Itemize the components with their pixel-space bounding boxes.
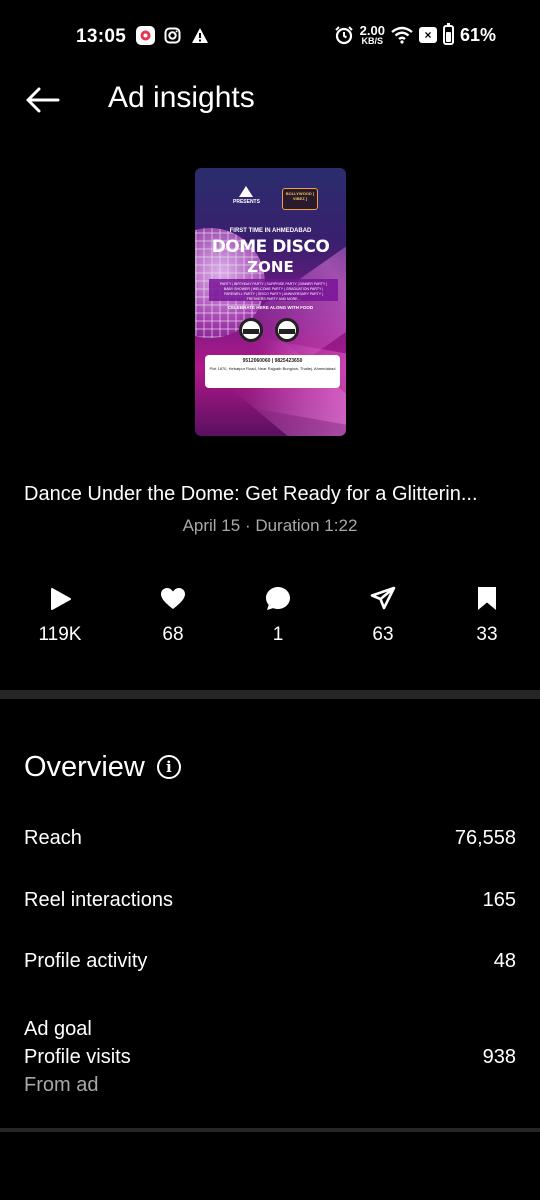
- heart-icon: [161, 588, 185, 609]
- status-bar: 13:05 2.00 KB/S × 61%: [0, 0, 540, 72]
- profile-activity-label: Profile activity: [24, 950, 148, 972]
- wifi-icon: [391, 26, 413, 44]
- reel-thumbnail[interactable]: PRESENTS BOLLYWOOD [ VIBEZ ] FIRST TIME …: [195, 168, 346, 436]
- alarm-icon: [334, 26, 353, 45]
- thumbnail-party-list: PARTY | BIRTHDAY PARTY | SURPRISE PARTY …: [209, 279, 338, 301]
- network-speed: 2.00 KB/S: [359, 23, 385, 46]
- comment-icon: [266, 587, 290, 610]
- bottom-divider: [0, 1128, 540, 1132]
- battery-icon: [442, 23, 454, 45]
- food-badge-right: [275, 318, 299, 342]
- post-title: Dance Under the Dome: Get Ready for a Gl…: [24, 483, 478, 505]
- comments-count: 1: [272, 624, 284, 645]
- reach-row[interactable]: Reach 76,558: [24, 824, 516, 852]
- saves-count: 33: [476, 624, 498, 645]
- profile-visits-label: Profile visits: [24, 1046, 131, 1068]
- from-ad-label: From ad: [24, 1074, 99, 1096]
- likes-stat[interactable]: 68: [128, 584, 218, 647]
- thumbnail-subtitle: FIRST TIME IN AHMEDABAD: [229, 228, 312, 234]
- status-right-icons: 2.00 KB/S × 61%: [334, 23, 496, 46]
- battery-percent: 61%: [459, 24, 496, 45]
- send-icon: [370, 586, 396, 610]
- food-badge-left: [239, 318, 263, 342]
- reel-interactions-value: 165: [482, 889, 516, 911]
- plays-count: 119K: [38, 624, 82, 645]
- reel-interactions-label: Reel interactions: [24, 889, 173, 911]
- play-icon: [51, 588, 71, 610]
- profile-visits-value: 938: [482, 1046, 516, 1068]
- app-notification-icon: [136, 26, 155, 45]
- bookmark-icon: [478, 587, 496, 610]
- post-meta: April 15 · Duration 1:22: [182, 516, 358, 535]
- thumbnail-celebrate-text: CELEBRATE HERE ALONG WITH FOOD: [227, 305, 314, 310]
- overview-heading: Overview i: [24, 748, 181, 786]
- back-arrow-icon: [26, 87, 60, 113]
- thumbnail-title-line2: ZONE: [247, 258, 294, 276]
- shares-stat[interactable]: 63: [338, 584, 428, 647]
- bollywood-vibez-badge: BOLLYWOOD [ VIBEZ ]: [282, 188, 318, 210]
- thumbnail-phones: 9512060060 | 9825423650: [242, 358, 303, 364]
- info-icon[interactable]: i: [156, 755, 181, 779]
- plays-stat[interactable]: 119K: [15, 584, 105, 647]
- warning-icon: [190, 26, 209, 45]
- notification-icons: [136, 26, 209, 45]
- comments-stat[interactable]: 1: [233, 584, 323, 647]
- likes-count: 68: [162, 624, 184, 645]
- saves-stat[interactable]: 33: [442, 584, 532, 647]
- status-time: 13:05: [76, 26, 127, 47]
- reach-label: Reach: [24, 827, 82, 849]
- no-sim-icon: ×: [418, 27, 437, 43]
- thumbnail-title-line1: DOME DISCO: [211, 237, 330, 257]
- instagram-notification-icon: [163, 26, 182, 45]
- section-divider: [0, 690, 540, 699]
- brand-logo: PRESENTS: [233, 186, 260, 205]
- profile-activity-value: 48: [493, 950, 516, 972]
- reel-interactions-row[interactable]: Reel interactions 165: [24, 886, 516, 914]
- engagement-stats: 119K 68 1 63 33: [0, 584, 540, 654]
- app-header: Ad insights: [0, 72, 540, 128]
- thumbnail-address: Plot 1870, Hebatpur Road, Near Rajpath B…: [209, 365, 336, 371]
- overview-title: Overview: [24, 751, 145, 783]
- ad-goal-row[interactable]: Ad goal Profile visits From ad 938: [24, 1015, 516, 1099]
- profile-activity-row[interactable]: Profile activity 48: [24, 947, 516, 975]
- thumbnail-contact-box: 9512060060 | 9825423650 Plot 1870, Hebat…: [205, 355, 340, 388]
- shares-count: 63: [372, 624, 394, 645]
- reach-value: 76,558: [454, 827, 516, 849]
- ad-goal-label: Ad goal: [24, 1018, 92, 1040]
- back-button[interactable]: [20, 78, 64, 122]
- page-title: Ad insights: [108, 81, 255, 114]
